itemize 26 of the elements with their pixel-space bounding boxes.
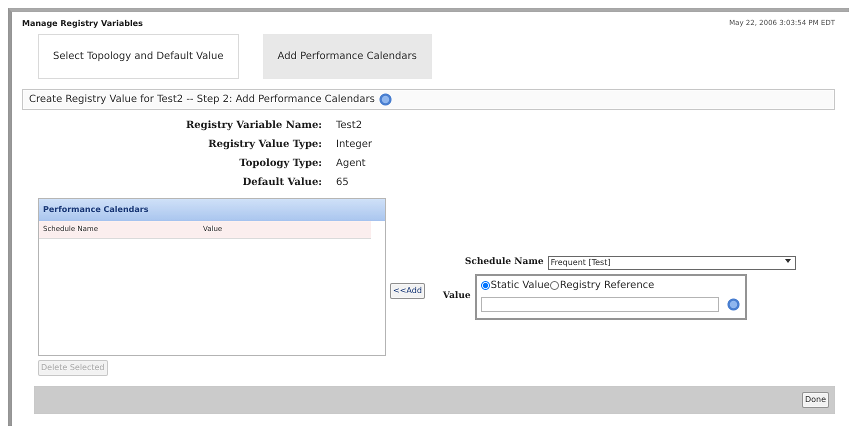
schedule-select[interactable]: Frequent [Test]: [548, 256, 796, 270]
field-label: Topology Type:: [238, 157, 322, 171]
info-icon: [378, 93, 392, 106]
page-title: Manage Registry Variables: [22, 18, 143, 30]
value-input[interactable]: [480, 297, 719, 312]
radio-button[interactable]: [480, 281, 490, 290]
panel-title: Performance Calendars: [39, 199, 385, 221]
done-button[interactable]: Done: [802, 392, 829, 408]
field-value: Test2: [336, 119, 364, 133]
field-label: Default Value:: [242, 176, 322, 190]
field-label: Registry Value Type:: [207, 138, 322, 152]
field-value: 65: [336, 176, 350, 190]
info-icon: [726, 298, 740, 311]
field-label: Value: [442, 290, 471, 304]
radio-label[interactable]: Static Value: [490, 278, 550, 293]
dropdown-arrow-icon: [782, 257, 793, 265]
add-button[interactable]: <<Add: [390, 283, 425, 299]
radio-button[interactable]: [550, 281, 559, 290]
field-label: Schedule Name: [464, 256, 544, 270]
field-value: Integer: [336, 138, 373, 152]
tab[interactable]: Select Topology and Default Value: [38, 34, 239, 79]
tab[interactable]: Add Performance Calendars: [262, 34, 432, 79]
radio-label[interactable]: Registry Reference: [560, 278, 654, 293]
step-header: Create Registry Value for Test2 -- Step 2: Add Performance Calendars: [29, 93, 375, 107]
field-value: Agent: [336, 157, 367, 171]
field-label: Registry Variable Name:: [184, 119, 322, 133]
